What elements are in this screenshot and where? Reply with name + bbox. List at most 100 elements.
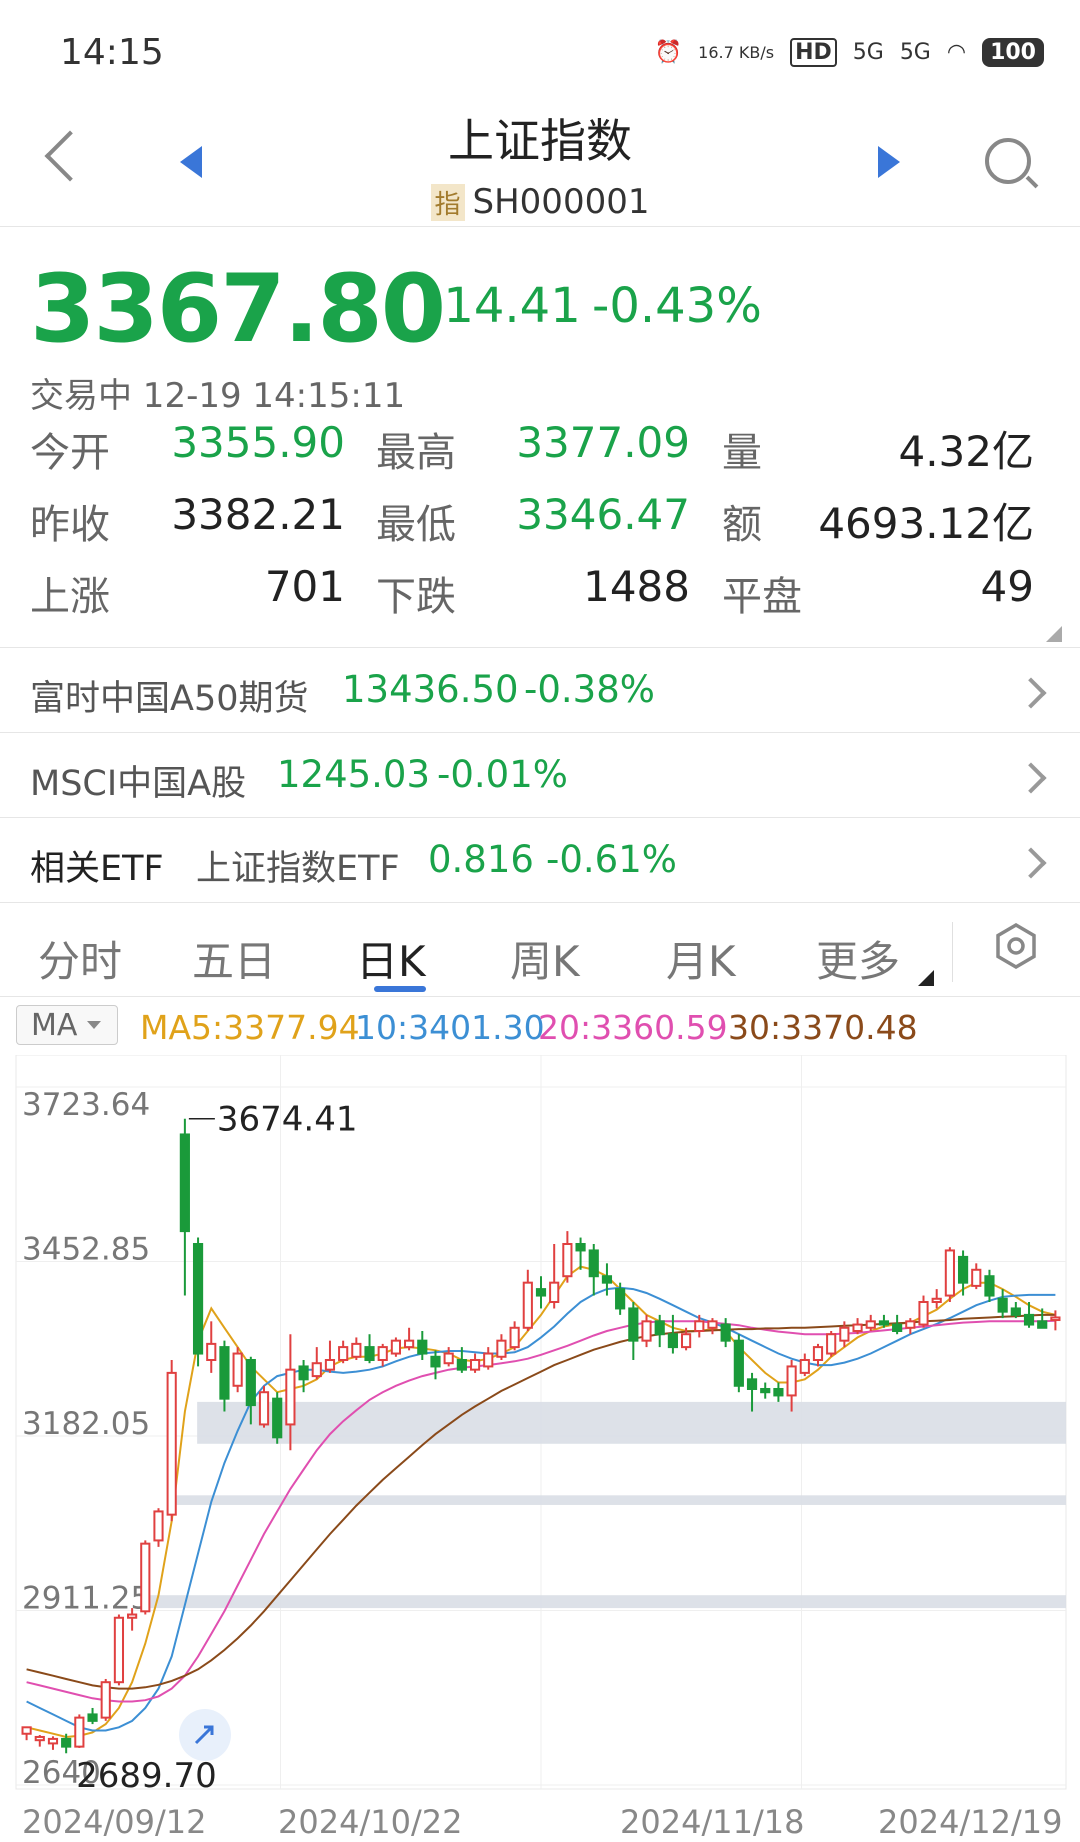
candle-down: [219, 1346, 230, 1400]
candle-up: [311, 1362, 322, 1378]
gap-band: [145, 1595, 1067, 1609]
tab-0[interactable]: 分时: [38, 928, 122, 989]
candle-up: [918, 1300, 929, 1326]
candle-up: [100, 1681, 111, 1719]
row-label: 相关ETF: [30, 849, 164, 889]
x-tick-label: 2024/12/19: [878, 1803, 1062, 1841]
candle-down: [628, 1307, 639, 1342]
candle-up: [694, 1320, 705, 1332]
divider: [0, 902, 1080, 903]
candle-down: [575, 1243, 586, 1252]
candle-down: [430, 1355, 441, 1368]
max-label: 3674.41: [217, 1100, 358, 1140]
candle-up: [931, 1297, 942, 1303]
candle-up: [47, 1737, 59, 1745]
row-value: 13436.50: [342, 668, 519, 711]
row-pct: -0.61%: [546, 838, 677, 881]
trading-status: 交易中 12-19 14:15:11: [30, 376, 406, 416]
candle-down: [456, 1358, 467, 1371]
candle-up: [826, 1333, 837, 1355]
a50-row[interactable]: 富时中国A50期货 13436.50 -0.38%: [0, 648, 1080, 732]
tab-4[interactable]: 月K: [666, 928, 736, 989]
x-tick-label: 2024/09/12: [22, 1803, 206, 1841]
candle-up: [338, 1346, 349, 1361]
candle-up: [641, 1320, 652, 1342]
stat-value: 3382.21: [171, 490, 345, 539]
candle-up: [390, 1339, 402, 1355]
chevron-down-icon: [87, 1021, 102, 1029]
candle-down: [720, 1323, 731, 1342]
candle-down: [364, 1346, 375, 1361]
stat-label: 额: [722, 502, 762, 548]
row-label: 富时中国A50期货: [30, 679, 309, 719]
candle-up: [443, 1352, 454, 1365]
stat-label: 量: [722, 430, 762, 476]
tab-3[interactable]: 周K: [510, 928, 580, 989]
active-tab-indicator: [374, 986, 426, 992]
ma-selector[interactable]: MA: [16, 1005, 118, 1045]
row-pct: -0.01%: [437, 753, 568, 796]
current-price: 3367.80: [30, 255, 446, 364]
net-speed: 16.7 KB/s: [698, 43, 775, 62]
candle-up: [944, 1249, 955, 1297]
candle-down: [272, 1397, 283, 1439]
candle-down: [179, 1133, 190, 1233]
y-tick-label: 3452.85: [22, 1231, 150, 1267]
candle-up: [509, 1326, 520, 1349]
candle-up: [562, 1243, 573, 1278]
price-change-pct: -0.43%: [592, 278, 762, 334]
candle-up: [799, 1358, 810, 1374]
stat-label: 上涨: [30, 574, 110, 620]
msci-row[interactable]: MSCI中国A股 1245.03 -0.01%: [0, 733, 1080, 817]
hd-icon: HD: [790, 38, 837, 67]
row-value: 1245.03: [277, 753, 431, 796]
stat-label: 平盘: [722, 574, 802, 620]
stat-value: 4.32亿: [898, 427, 1034, 476]
candle-up: [258, 1391, 270, 1426]
ma-item: 20:3360.59: [538, 1008, 728, 1047]
tab-5[interactable]: 更多: [816, 928, 900, 989]
stat-value: 3355.90: [171, 418, 345, 467]
y-tick-label: 3182.05: [22, 1406, 150, 1442]
candle-down: [1037, 1320, 1048, 1329]
stat-value: 4693.12亿: [818, 499, 1034, 548]
expand-stats-icon[interactable]: [1046, 626, 1062, 642]
candle-down: [87, 1713, 98, 1722]
row-value: 0.816: [428, 838, 534, 881]
ma-item: MA5:3377.94: [140, 1008, 360, 1047]
kline-chart[interactable]: 3723.643452.853182.052911.2526403674.412…: [0, 1055, 1080, 1842]
candle-up: [680, 1333, 692, 1349]
candle-down: [245, 1358, 256, 1407]
candle-down: [957, 1255, 969, 1284]
battery-icon: 100: [982, 38, 1044, 67]
candle-down: [984, 1275, 995, 1297]
candle-down: [61, 1737, 72, 1748]
candle-up: [812, 1346, 824, 1361]
row-sublabel: 上证指数ETF: [196, 849, 400, 889]
wifi-icon: ◠: [946, 40, 967, 65]
signal-icon-2: 5G: [899, 40, 931, 65]
stat-value: 3346.47: [516, 490, 690, 539]
candle-down: [892, 1323, 903, 1332]
etf-row[interactable]: 相关ETF 上证指数ETF 0.816 -0.61%: [0, 818, 1080, 902]
price-change: -14.41: [426, 278, 581, 334]
candle-up: [34, 1735, 45, 1742]
stat-label: 最高: [376, 430, 456, 476]
candle-up: [404, 1339, 415, 1349]
candle-up: [549, 1281, 560, 1303]
candle-up: [74, 1716, 85, 1748]
candle-up: [113, 1616, 125, 1684]
signal-icon-1: 5G: [852, 40, 884, 65]
candle-up: [522, 1281, 533, 1329]
next-stock-icon[interactable]: [878, 146, 900, 178]
candle-up: [377, 1346, 388, 1361]
candle-up: [127, 1613, 138, 1619]
status-time: 14:15: [60, 32, 164, 73]
search-icon[interactable]: [985, 138, 1031, 184]
settings-icon[interactable]: [993, 923, 1039, 969]
tab-2[interactable]: 日K: [356, 928, 426, 989]
tab-1[interactable]: 五日: [192, 928, 276, 989]
candle-down: [535, 1288, 547, 1297]
candle-down: [192, 1243, 204, 1355]
candle-up: [21, 1726, 32, 1735]
